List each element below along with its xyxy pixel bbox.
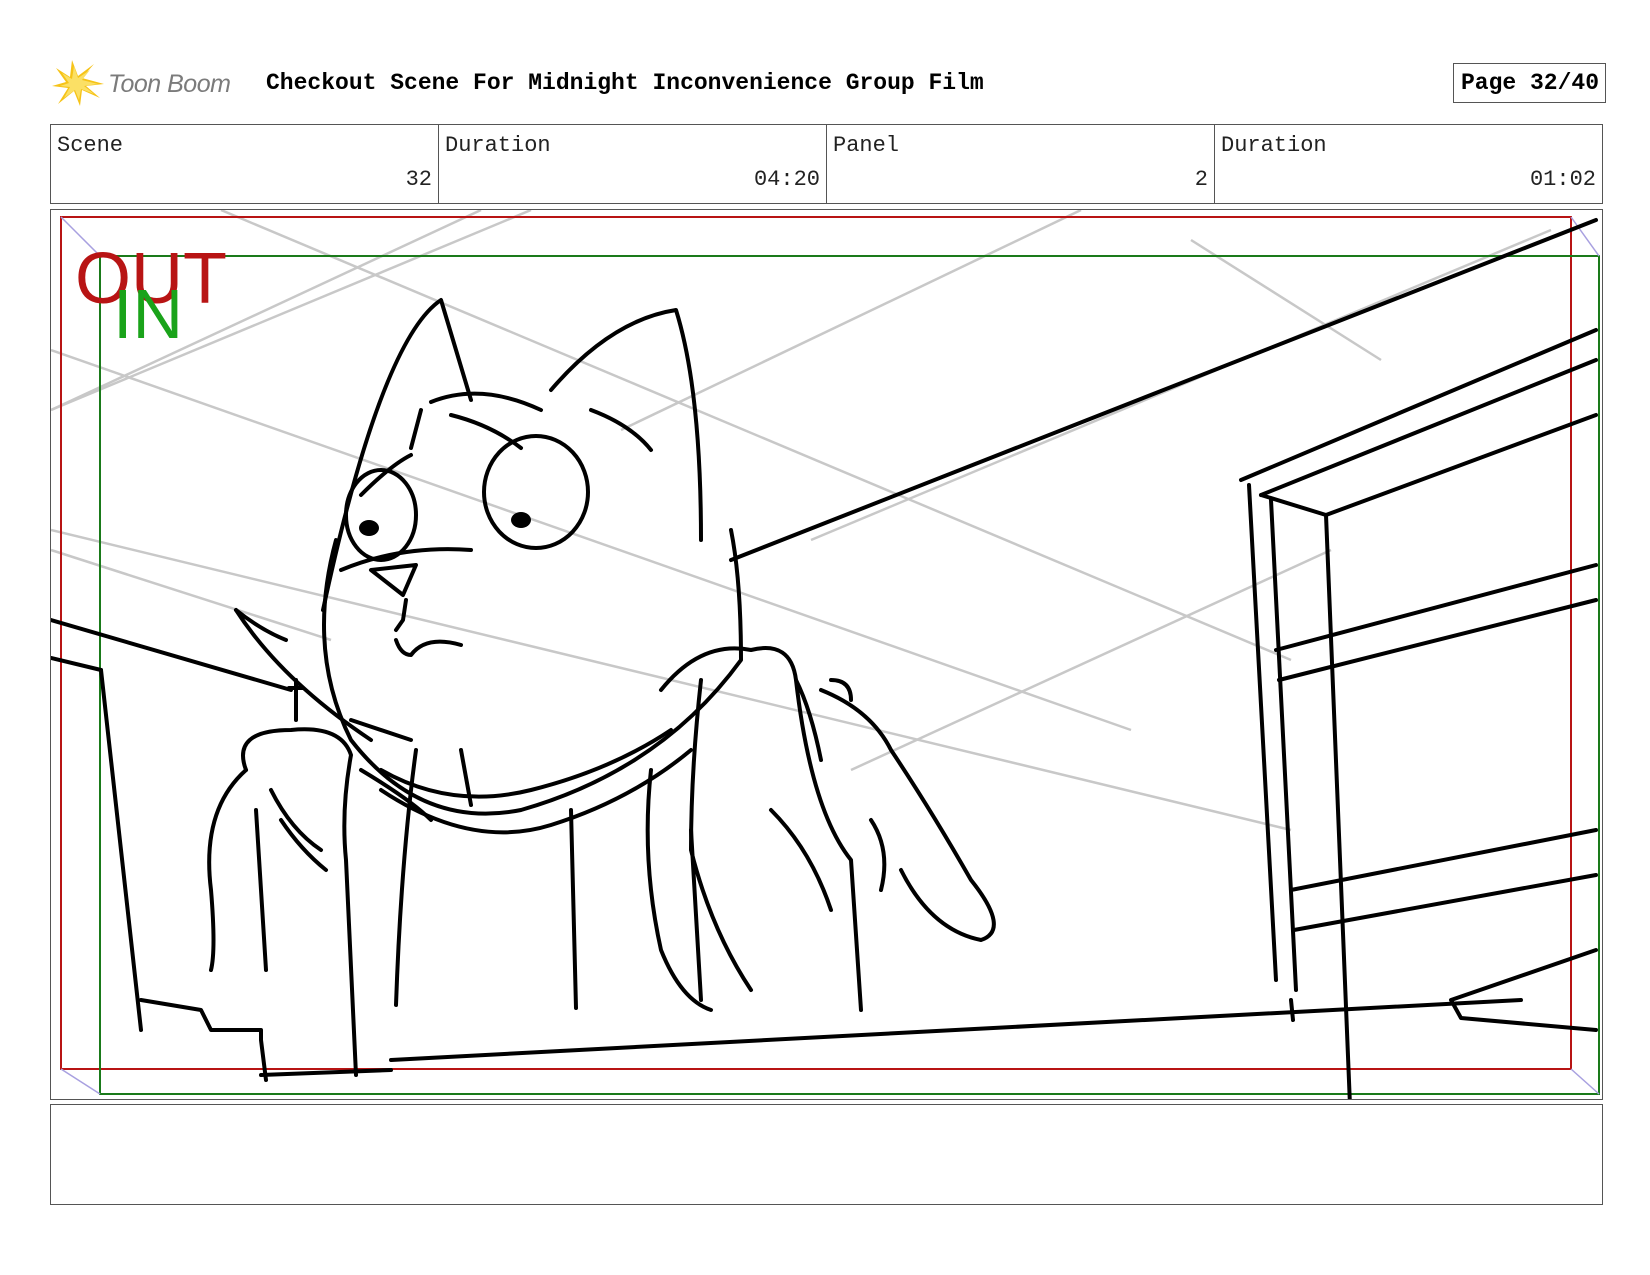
character-sketch xyxy=(51,218,1598,1099)
panel-label: Panel xyxy=(833,133,900,158)
pupil-right xyxy=(511,512,531,528)
scene-duration-label: Duration xyxy=(445,133,551,158)
scene-label: Scene xyxy=(57,133,124,158)
panel-duration-value: 01:02 xyxy=(1529,167,1596,192)
document-title: Checkout Scene For Midnight Inconvenienc… xyxy=(266,70,984,96)
shot-info-table: Scene 32 Duration 04:20 Panel 2 Duration… xyxy=(50,124,1603,204)
scene-value: 32 xyxy=(405,167,432,192)
starburst-icon xyxy=(52,60,104,106)
scene-cell: Scene 32 xyxy=(51,125,438,203)
scene-duration-value: 04:20 xyxy=(753,167,820,192)
page-header: Toon Boom Checkout Scene For Midnight In… xyxy=(52,58,1606,108)
panel-value: 2 xyxy=(1194,167,1208,192)
pupil-left xyxy=(359,520,379,536)
page-number: Page 32/40 xyxy=(1452,63,1606,103)
toon-boom-logo: Toon Boom xyxy=(52,60,252,108)
notes-box xyxy=(50,1104,1603,1205)
panel-duration-label: Duration xyxy=(1221,133,1327,158)
in-label: IN xyxy=(113,275,183,353)
panel-drawing: OUT IN xyxy=(51,210,1600,1099)
scene-duration-cell: Duration 04:20 xyxy=(438,125,826,203)
panel-duration-cell: Duration 01:02 xyxy=(1214,125,1602,203)
panel-cell: Panel 2 xyxy=(826,125,1214,203)
in-frame xyxy=(99,255,1600,1095)
brand-name: Toon Boom xyxy=(108,70,231,98)
storyboard-panel: OUT IN xyxy=(50,209,1603,1100)
